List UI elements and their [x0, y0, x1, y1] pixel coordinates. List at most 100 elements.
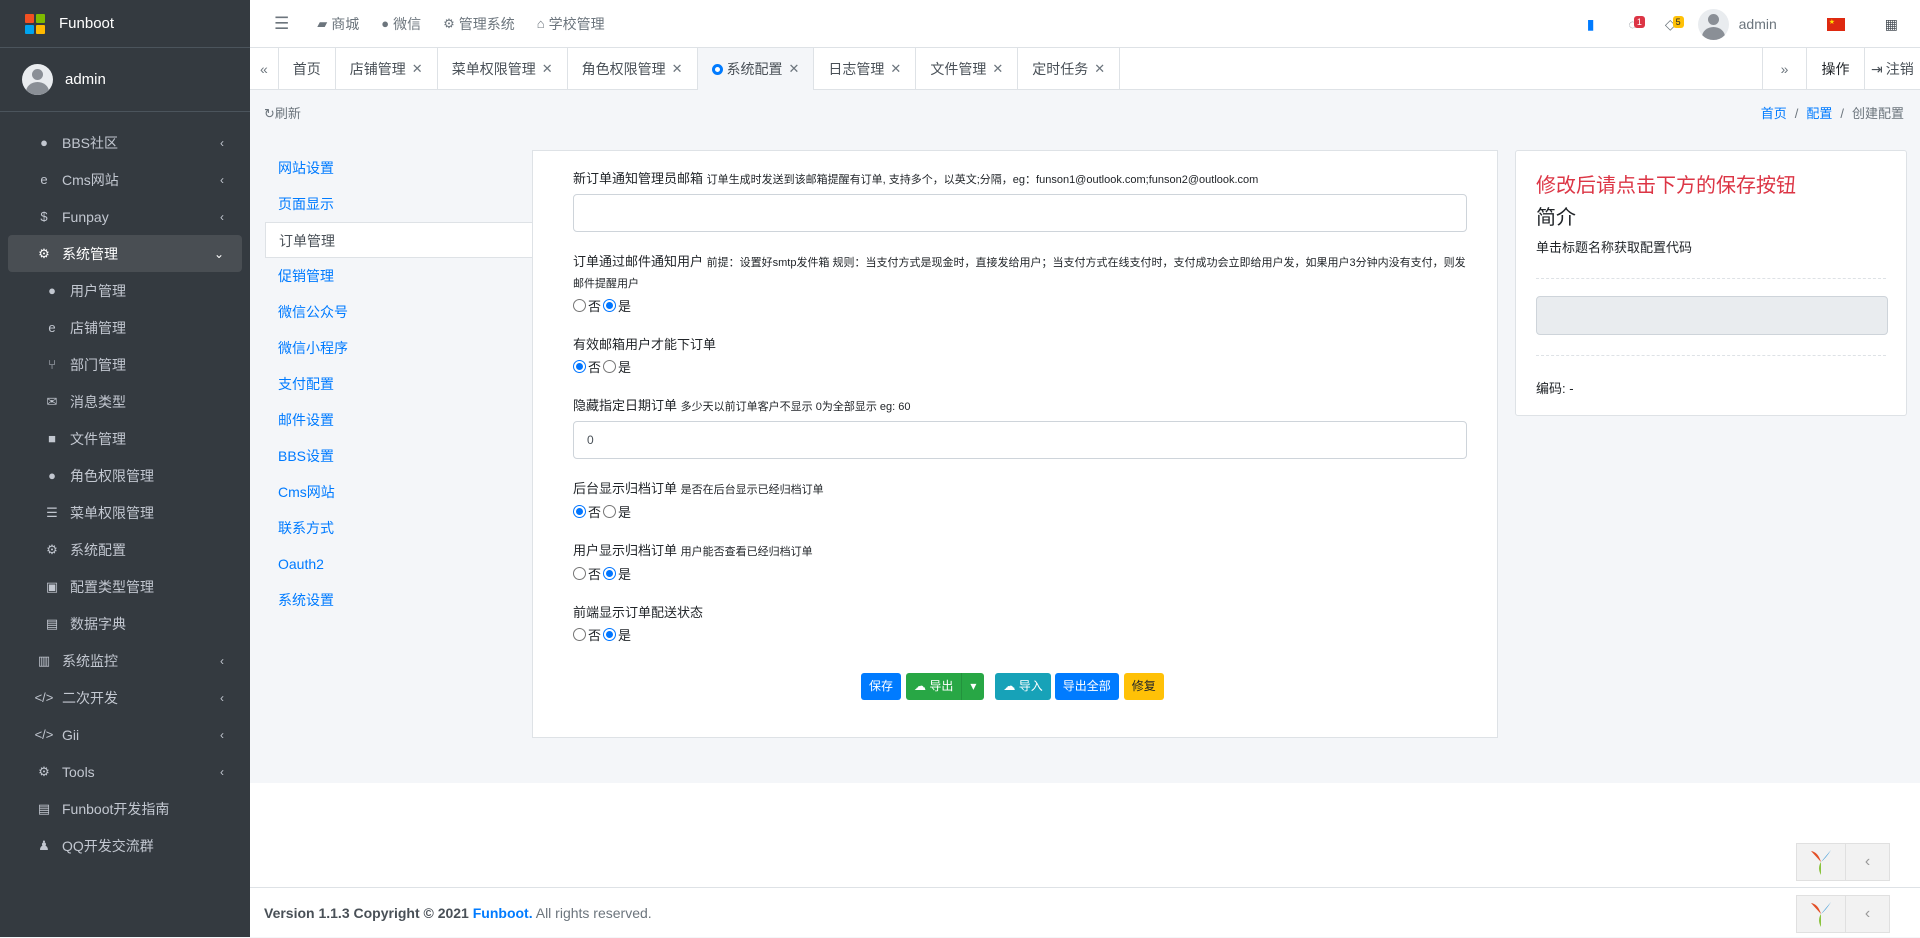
book-icon[interactable]: ▮: [1587, 16, 1595, 33]
sidebar-item-config-types[interactable]: ▣ 配置类型管理: [8, 568, 242, 605]
messages-button[interactable]: ◌ 1: [1628, 16, 1645, 32]
close-icon[interactable]: ✕: [542, 61, 553, 77]
field-label[interactable]: 订单通过邮件通知用户: [573, 254, 703, 269]
tabs-right: » 操作 ⇥ 注销: [1762, 48, 1920, 90]
sidebar-item-monitor[interactable]: ▥ 系统监控 ‹: [8, 642, 242, 679]
import-button[interactable]: ☁ 导入: [995, 673, 1051, 700]
tab-menus[interactable]: 菜单权限管理 ✕: [438, 48, 568, 90]
notifications-button[interactable]: ◇ 5: [1665, 16, 1684, 33]
apps-grid-icon[interactable]: ▦: [1885, 16, 1898, 33]
config-group-wechat-mini[interactable]: 微信小程序: [265, 330, 532, 366]
export-dropdown-toggle[interactable]: ▾: [961, 673, 984, 700]
yii-debug-toolbar[interactable]: ‹: [1796, 895, 1890, 933]
close-icon[interactable]: ✕: [412, 61, 423, 77]
user-panel[interactable]: admin: [0, 48, 250, 112]
export-all-button[interactable]: 导出全部: [1054, 673, 1119, 700]
china-flag-icon[interactable]: ★: [1826, 17, 1845, 31]
chevron-left-icon[interactable]: ‹: [1845, 896, 1889, 932]
breadcrumb-home[interactable]: 首页: [1761, 106, 1787, 121]
close-icon[interactable]: ✕: [992, 61, 1003, 77]
radio-no[interactable]: [573, 360, 586, 373]
config-group-wechat-mp[interactable]: 微信公众号: [265, 294, 532, 330]
close-icon[interactable]: ✕: [672, 61, 683, 77]
sidebar-item-funpay[interactable]: $ Funpay ‹: [8, 198, 242, 235]
field-label[interactable]: 有效邮箱用户才能下订单: [573, 337, 716, 352]
user-menu[interactable]: admin: [1697, 8, 1777, 40]
config-group-bbs[interactable]: BBS设置: [265, 438, 532, 474]
tab-stores[interactable]: 店铺管理 ✕: [336, 48, 438, 90]
chevron-left-icon[interactable]: ‹: [1845, 844, 1889, 880]
close-icon[interactable]: ✕: [789, 61, 800, 77]
tabs-scroll-left-icon[interactable]: «: [250, 48, 279, 90]
sidebar-item-dev[interactable]: </> 二次开发 ‹: [8, 679, 242, 716]
config-group-order[interactable]: 订单管理: [265, 222, 532, 258]
sidebar-item-bbs[interactable]: ● BBS社区 ‹: [8, 124, 242, 161]
config-group-oauth2[interactable]: Oauth2: [265, 546, 532, 582]
radio-no[interactable]: [573, 299, 586, 312]
config-group-mail[interactable]: 邮件设置: [265, 402, 532, 438]
sidebar-item-settings[interactable]: ⚙ 系统配置: [8, 531, 242, 568]
refresh-button[interactable]: ↻刷新: [264, 103, 301, 122]
sidebar-item-tools[interactable]: ⚙ Tools ‹: [8, 753, 242, 790]
field-label[interactable]: 用户显示归档订单: [573, 543, 677, 558]
sidebar-item-departments[interactable]: ⑂ 部门管理: [8, 346, 242, 383]
repair-button[interactable]: 修复: [1123, 673, 1164, 700]
sidebar-item-gii[interactable]: </> Gii ‹: [8, 716, 242, 753]
config-group-cms[interactable]: Cms网站: [265, 474, 532, 510]
tab-logs[interactable]: 日志管理 ✕: [814, 48, 917, 90]
hide-days-input[interactable]: 0: [573, 421, 1467, 459]
hamburger-icon[interactable]: ☰: [274, 14, 289, 34]
topnav-shop[interactable]: ▰ 商城: [317, 14, 359, 34]
radio-yes[interactable]: [603, 360, 617, 373]
sidebar-item-menus[interactable]: ☰ 菜单权限管理: [8, 494, 242, 531]
export-button[interactable]: ☁ 导出: [906, 673, 961, 700]
config-group-site[interactable]: 网站设置: [265, 150, 532, 186]
sidebar-item-system[interactable]: ⚙ 系统管理 ⌄: [8, 235, 242, 272]
logout-button[interactable]: ⇥ 注销: [1864, 48, 1920, 90]
field-label[interactable]: 前端显示订单配送状态: [573, 605, 703, 620]
config-group-promo[interactable]: 促销管理: [265, 258, 532, 294]
sidebar-item-dictionary[interactable]: ▤ 数据字典: [8, 605, 242, 642]
sidebar-item-roles[interactable]: ● 角色权限管理: [8, 457, 242, 494]
sidebar-item-qq[interactable]: ♟ QQ开发交流群: [8, 827, 242, 864]
topnav-admin[interactable]: ⚙ 管理系统: [443, 14, 515, 34]
radio-yes[interactable]: [603, 628, 617, 641]
field-label[interactable]: 隐藏指定日期订单: [573, 398, 677, 413]
topnav-school[interactable]: ⌂ 学校管理: [537, 14, 605, 34]
tabs-scroll-right-icon[interactable]: »: [1762, 48, 1806, 90]
sidebar-item-guide[interactable]: ▤ Funboot开发指南: [8, 790, 242, 827]
tab-roles[interactable]: 角色权限管理 ✕: [568, 48, 698, 90]
radio-no[interactable]: [573, 505, 586, 518]
radio-yes[interactable]: [603, 567, 617, 580]
field-shipping-status: 前端显示订单配送状态 否是: [573, 605, 704, 643]
tabs-ops-button[interactable]: 操作: [1806, 48, 1864, 90]
config-group-contact[interactable]: 联系方式: [265, 510, 532, 546]
sidebar-item-message-types[interactable]: ✉ 消息类型: [8, 383, 242, 420]
config-group-payment[interactable]: 支付配置: [265, 366, 532, 402]
config-group-page[interactable]: 页面显示: [265, 186, 532, 222]
config-group-system[interactable]: 系统设置: [265, 582, 532, 618]
radio-yes[interactable]: [603, 299, 617, 312]
topnav-wechat[interactable]: ● 微信: [381, 14, 421, 34]
radio-no[interactable]: [573, 567, 586, 580]
save-button[interactable]: 保存: [861, 673, 902, 700]
tab-settings[interactable]: 系统配置 ✕: [697, 48, 815, 90]
tab-home[interactable]: 首页: [279, 48, 336, 90]
close-icon[interactable]: ✕: [1094, 61, 1105, 77]
sidebar-item-files[interactable]: ■ 文件管理: [8, 420, 242, 457]
field-label[interactable]: 后台显示归档订单: [573, 481, 677, 496]
tab-cron[interactable]: 定时任务 ✕: [1018, 48, 1121, 90]
close-icon[interactable]: ✕: [890, 61, 901, 77]
footer-brand-link[interactable]: Funboot.: [473, 905, 533, 921]
brand-link[interactable]: Funboot: [0, 0, 250, 48]
breadcrumb-config[interactable]: 配置: [1806, 106, 1832, 121]
field-label[interactable]: 新订单通知管理员邮箱: [573, 171, 703, 186]
sidebar-item-stores[interactable]: e 店铺管理: [8, 309, 242, 346]
tab-files[interactable]: 文件管理 ✕: [916, 48, 1019, 90]
radio-no[interactable]: [573, 628, 586, 641]
sidebar-item-users[interactable]: ● 用户管理: [8, 272, 242, 309]
sidebar-item-cms[interactable]: e Cms网站 ‹: [8, 161, 242, 198]
admin-email-input[interactable]: [573, 194, 1467, 232]
yii-debug-toolbar[interactable]: ‹: [1796, 843, 1890, 881]
radio-yes[interactable]: [603, 505, 617, 518]
